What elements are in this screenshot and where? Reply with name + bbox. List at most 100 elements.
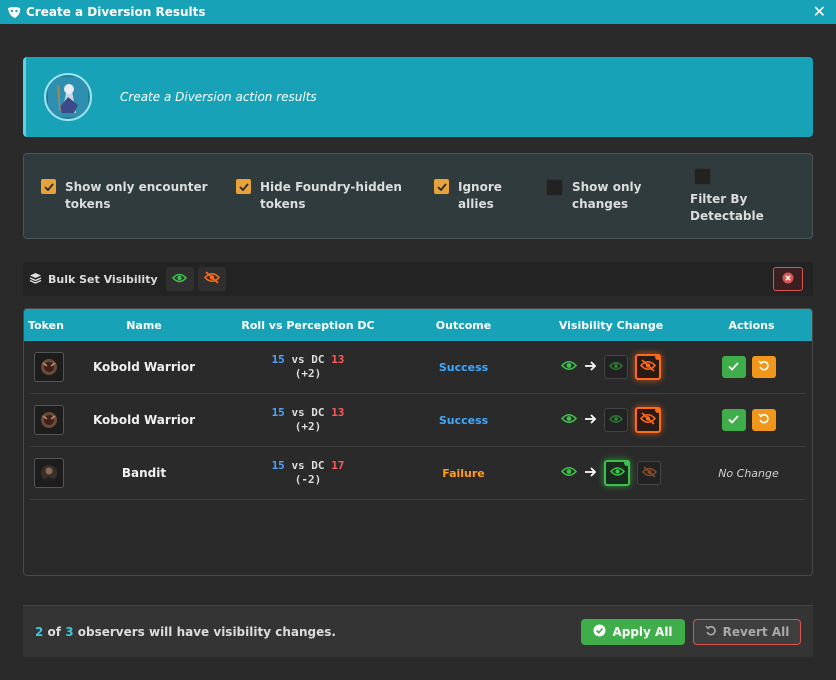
undo-icon bbox=[757, 413, 770, 428]
results-table: Token Name Roll vs Perception DC Outcome… bbox=[23, 308, 813, 576]
column-header: Actions bbox=[728, 318, 775, 332]
outcome-label: Success bbox=[438, 413, 489, 427]
column-header: Name bbox=[126, 318, 162, 332]
eye-icon bbox=[609, 413, 623, 427]
header-card: Create a Diversion action results bbox=[23, 57, 813, 137]
checkbox-show-only-changes[interactable] bbox=[546, 179, 563, 196]
token-image[interactable] bbox=[34, 405, 64, 435]
option-label: allies bbox=[458, 197, 494, 211]
header-subtitle: Create a Diversion action results bbox=[120, 90, 317, 104]
observers-total: 3 bbox=[65, 624, 74, 639]
visibility-change bbox=[531, 460, 691, 486]
table-row: Bandit 15 vs DC 17 (-2) Failure No Chang… bbox=[30, 447, 806, 500]
eye-slash-icon bbox=[641, 465, 657, 481]
check-icon bbox=[728, 360, 739, 374]
check-circle-icon bbox=[593, 624, 606, 640]
eye-icon bbox=[609, 360, 623, 374]
option-label: Detectable bbox=[690, 209, 764, 223]
checkbox-filter-detectable[interactable] bbox=[694, 168, 711, 185]
vs-label: vs DC bbox=[291, 406, 325, 419]
of-label: of bbox=[47, 624, 62, 639]
bulk-set-hidden-button[interactable] bbox=[197, 267, 226, 291]
eye-icon bbox=[609, 466, 625, 480]
outcome-label: Failure bbox=[442, 466, 485, 480]
visibility-change bbox=[531, 354, 691, 380]
roll-value: 15 bbox=[271, 353, 285, 366]
bulk-set-observed-button[interactable] bbox=[165, 267, 194, 291]
window-title: Create a Diversion Results bbox=[26, 5, 206, 19]
set-hidden-option[interactable] bbox=[637, 461, 661, 485]
set-hidden-option[interactable] bbox=[635, 407, 661, 433]
mask-icon bbox=[6, 4, 22, 20]
token-image[interactable] bbox=[34, 458, 64, 488]
option-label: Ignore bbox=[458, 180, 502, 194]
eye-icon bbox=[560, 360, 578, 374]
outcome-label: Success bbox=[438, 360, 489, 374]
option-hide-foundry-hidden[interactable]: Hide Foundry-hidden tokens bbox=[236, 179, 402, 213]
revert-all-button[interactable]: Revert All bbox=[693, 619, 801, 645]
option-label: Hide Foundry-hidden bbox=[260, 180, 402, 194]
set-observed-option[interactable] bbox=[604, 460, 630, 486]
apply-all-label: Apply All bbox=[612, 625, 673, 639]
table-row: Kobold Warrior 15 vs DC 13 (+2) Success bbox=[30, 394, 806, 447]
vs-label: vs DC bbox=[291, 353, 325, 366]
revert-button[interactable] bbox=[751, 356, 776, 378]
roll-modifier: (+2) bbox=[294, 420, 322, 433]
no-change-label: No Change bbox=[718, 466, 779, 480]
arrow-right-icon bbox=[584, 360, 597, 374]
column-header: Token bbox=[28, 318, 64, 332]
row-actions: No Change bbox=[691, 467, 806, 480]
option-label: Filter By bbox=[690, 192, 748, 206]
option-label: tokens bbox=[260, 197, 306, 211]
option-label: Show only bbox=[572, 180, 642, 194]
column-header: Visibility Change bbox=[558, 318, 664, 332]
set-observed-option[interactable] bbox=[604, 408, 628, 432]
close-icon[interactable]: ✕ bbox=[813, 2, 826, 21]
option-label: Show only encounter bbox=[65, 180, 208, 194]
roll-value: 15 bbox=[271, 406, 285, 419]
checkbox-ignore-allies[interactable] bbox=[434, 179, 449, 194]
revert-button[interactable] bbox=[751, 409, 776, 431]
roll-vs-dc: 15 vs DC 13 (+2) bbox=[220, 406, 396, 434]
table-row: Kobold Warrior 15 vs DC 13 (+2) Success bbox=[30, 341, 806, 394]
revert-all-label: Revert All bbox=[722, 625, 790, 639]
vs-label: vs DC bbox=[291, 459, 325, 472]
option-show-only-changes[interactable]: Show only changes bbox=[546, 179, 641, 213]
roll-value: 15 bbox=[271, 459, 285, 472]
roll-vs-dc: 15 vs DC 13 (+2) bbox=[220, 353, 396, 381]
dc-value: 17 bbox=[331, 459, 345, 472]
bulk-label: Bulk Set Visibility bbox=[48, 272, 158, 286]
eye-icon bbox=[172, 272, 188, 286]
arrow-right-icon bbox=[584, 413, 597, 427]
arrow-right-icon bbox=[584, 466, 597, 480]
option-ignore-allies[interactable]: Ignore allies bbox=[434, 179, 502, 213]
visibility-change bbox=[531, 407, 691, 433]
title-bar: Create a Diversion Results ✕ bbox=[0, 0, 836, 24]
apply-all-button[interactable]: Apply All bbox=[581, 619, 685, 645]
apply-button[interactable] bbox=[721, 409, 746, 431]
roll-modifier: (-2) bbox=[294, 473, 322, 486]
summary-text: observers will have visibility changes. bbox=[77, 624, 336, 639]
apply-button[interactable] bbox=[721, 356, 746, 378]
eye-slash-icon bbox=[203, 271, 220, 287]
eye-icon bbox=[560, 466, 578, 480]
token-image[interactable] bbox=[34, 352, 64, 382]
dialog-body: Create a Diversion action results Show o… bbox=[0, 24, 836, 680]
changes-count: 2 bbox=[35, 624, 44, 639]
set-hidden-option[interactable] bbox=[635, 354, 661, 380]
bulk-clear-button[interactable] bbox=[773, 267, 803, 291]
eye-icon bbox=[560, 413, 578, 427]
row-actions bbox=[691, 356, 806, 378]
undo-icon bbox=[757, 360, 770, 375]
dialog-footer: 2 of 3 observers will have visibility ch… bbox=[23, 605, 813, 657]
option-encounter-only[interactable]: Show only encounter tokens bbox=[41, 179, 208, 213]
change-summary: 2 of 3 observers will have visibility ch… bbox=[35, 625, 336, 639]
option-label: changes bbox=[572, 197, 629, 211]
set-observed-option[interactable] bbox=[604, 355, 628, 379]
checkbox-encounter-only[interactable] bbox=[41, 179, 56, 194]
option-label: tokens bbox=[65, 197, 111, 211]
dc-value: 13 bbox=[331, 353, 345, 366]
option-filter-detectable[interactable]: Filter By Detectable bbox=[690, 168, 764, 225]
undo-icon bbox=[705, 625, 717, 640]
checkbox-hide-foundry-hidden[interactable] bbox=[236, 179, 251, 194]
